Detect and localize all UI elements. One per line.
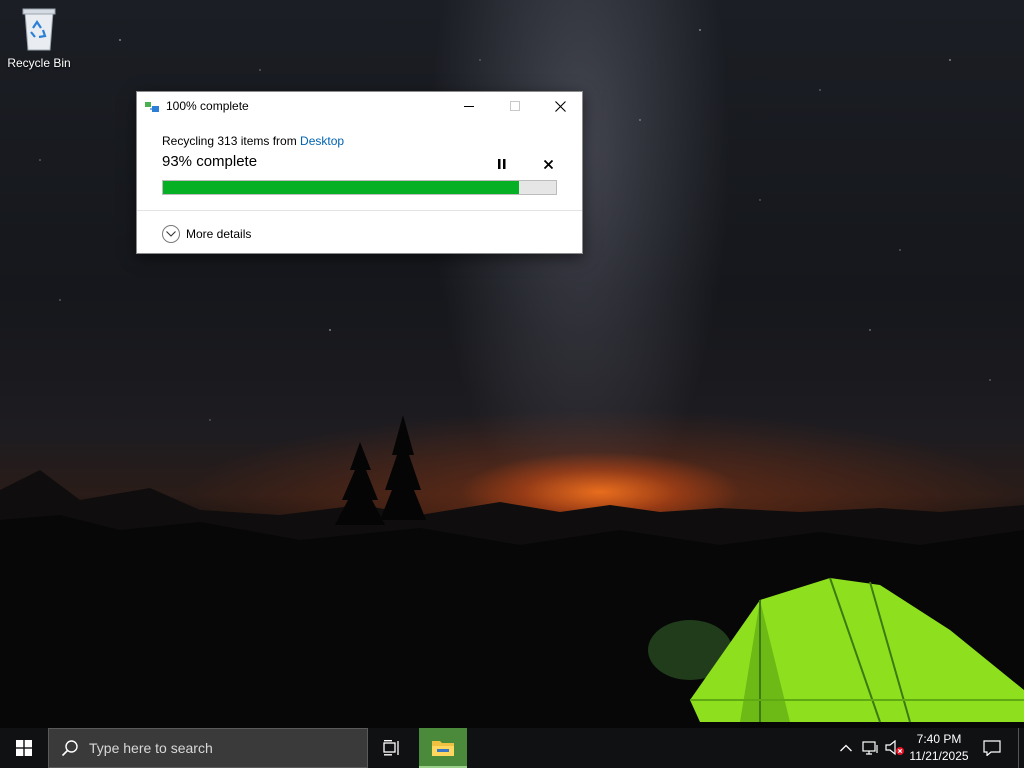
minimize-icon [464, 106, 474, 107]
taskbar: Type here to search 7:40 PM 11/21/2025 [0, 728, 1024, 768]
file-explorer-icon [432, 741, 454, 756]
network-icon [862, 741, 878, 755]
dialog-divider [137, 210, 582, 211]
task-view-button[interactable] [368, 728, 416, 768]
more-details-label: More details [186, 227, 252, 241]
maximize-icon [510, 101, 520, 111]
progress-bar-fill [163, 181, 519, 194]
file-operation-icon [145, 100, 161, 112]
task-view-icon [383, 740, 399, 756]
recycle-bin-label: Recycle Bin [7, 56, 71, 70]
search-placeholder: Type here to search [89, 740, 213, 756]
desktop-icon-recycle-bin[interactable]: Recycle Bin [2, 6, 76, 70]
volume-tray-button[interactable] [885, 738, 905, 758]
operation-description: Recycling 313 items from Desktop [162, 134, 344, 148]
action-center-button[interactable] [980, 736, 1004, 760]
recycle-bin-icon [19, 6, 59, 52]
source-folder-link[interactable]: Desktop [300, 134, 344, 148]
show-hidden-icons-button[interactable] [836, 738, 856, 758]
notification-icon [983, 740, 1001, 756]
dialog-title: 100% complete [166, 99, 249, 113]
cancel-icon [543, 159, 553, 169]
show-desktop-button[interactable] [1018, 728, 1024, 768]
file-explorer-taskbar-button[interactable] [419, 728, 467, 768]
cancel-operation-button[interactable] [540, 156, 556, 172]
clock-date: 11/21/2025 [909, 749, 969, 763]
network-tray-button[interactable] [861, 738, 881, 758]
more-details-toggle[interactable]: More details [162, 223, 251, 245]
close-button[interactable] [537, 92, 583, 120]
chevron-up-icon [840, 744, 852, 752]
maximize-button [492, 92, 538, 120]
minimize-button[interactable] [446, 92, 492, 120]
progress-bar [162, 180, 557, 195]
percent-complete-label: 93% complete [162, 153, 258, 170]
chevron-down-icon [162, 225, 180, 243]
taskbar-clock[interactable]: 7:40 PM 11/21/2025 [906, 731, 972, 765]
clock-time: 7:40 PM [916, 732, 962, 746]
pause-button[interactable] [494, 156, 510, 172]
search-icon [61, 740, 78, 757]
taskbar-search-box[interactable]: Type here to search [48, 728, 368, 768]
start-button[interactable] [0, 728, 48, 768]
close-icon [554, 100, 566, 112]
windows-logo-icon [16, 740, 32, 756]
pause-icon [498, 159, 506, 169]
volume-muted-icon [885, 740, 904, 756]
description-text: Recycling 313 items from [162, 134, 301, 148]
dialog-titlebar[interactable]: 100% complete [137, 92, 582, 120]
delete-progress-dialog: 100% complete Recycling 313 items from D… [136, 91, 583, 254]
